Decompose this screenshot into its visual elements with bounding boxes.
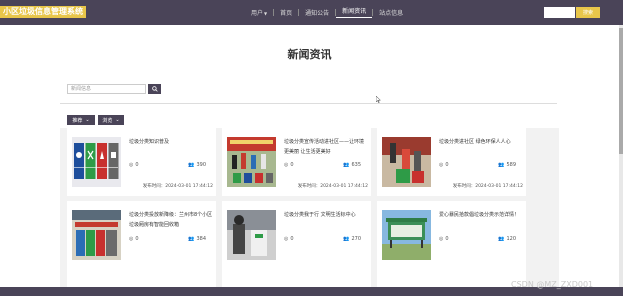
top-navbar: 小区垃圾信息管理系统 用户▼ 首页 通知公告 新闻资讯 站点信息 搜索 [0,0,623,25]
news-thumbnail[interactable] [382,210,431,260]
view-count: ◎ 0 [129,236,139,242]
filter-label: 浏览 [102,117,113,124]
chevron-down-icon: ▼ [264,11,268,16]
eye-icon: ◎ [129,162,134,168]
news-card[interactable]: 爱心暴民拾款倡垃圾分类示范详情！ ◎ 0 👥 120 [377,201,526,287]
filter-label: 推荐 [72,117,83,124]
like-count-value: 635 [351,162,361,168]
view-count-value: 0 [445,236,449,242]
news-title[interactable]: 垃圾分类投放新降级：兰州市8个小区垃圾厢房有智能回收箱 [129,210,213,230]
publish-time: 发布时间：2024-03-01 17:44:12 [452,184,523,189]
news-thumbnail[interactable] [382,137,431,187]
watermark: CSDN @MZ_ZXD001 [511,280,594,289]
view-count-value: 0 [290,162,294,168]
main-content: 新闻资讯 新闻信息 推荐 ⌄ 浏览 ⌄ 垃圾分类知识普及 ◎ 0 👥 390 发… [0,25,619,287]
news-card[interactable]: 垃圾分类投放新降级：兰州市8个小区垃圾厢房有智能回收箱 ◎ 0 👥 384 [67,201,216,287]
users-icon: 👥 [188,236,195,242]
nav-user[interactable]: 用户▼ [245,8,273,17]
users-icon: 👥 [498,236,505,242]
news-thumbnail[interactable] [227,210,276,260]
nav-news[interactable]: 新闻资讯 [336,7,373,18]
like-count: 👥 635 [343,162,361,168]
like-count-value: 589 [506,162,516,168]
chevron-down-icon: ⌄ [115,117,120,123]
news-title[interactable]: 垃圾分类进社区 绿色环保人人心 [439,137,523,147]
nav-home[interactable]: 首页 [274,8,298,17]
news-card[interactable]: 垃圾分类宣传活动进社区——让环境更美丽 让生活更美好 ◎ 0 👥 635 发布时间：… [222,128,371,196]
like-count-value: 120 [506,236,516,242]
header-search-input[interactable] [544,7,575,18]
eye-icon: ◎ [439,236,444,242]
users-icon: 👥 [343,236,350,242]
users-icon: 👥 [498,162,505,168]
news-search-input[interactable]: 新闻信息 [67,84,146,94]
view-count: ◎ 0 [284,236,294,242]
news-title[interactable]: 垃圾分类知识普及 [129,137,213,147]
search-icon [151,86,158,92]
eye-icon: ◎ [284,236,289,242]
view-count: ◎ 0 [439,162,449,168]
news-card[interactable]: 垃圾分类进社区 绿色环保人人心 ◎ 0 👥 589 发布时间：2024-03-01 … [377,128,526,196]
header-search-button[interactable]: 搜索 [576,7,600,18]
publish-time: 发布时间：2024-03-01 17:44:12 [297,184,368,189]
like-count: 👥 120 [498,236,516,242]
filter-views-button[interactable]: 浏览 ⌄ [98,115,124,125]
nav-notices[interactable]: 通知公告 [299,8,335,17]
chevron-down-icon: ⌄ [85,117,90,123]
view-count: ◎ 0 [129,162,139,168]
like-count: 👥 270 [343,236,361,242]
like-count: 👥 384 [188,236,206,242]
main-nav: 用户▼ 首页 通知公告 新闻资讯 站点信息 [245,0,409,25]
view-count-value: 0 [135,162,139,168]
eye-icon: ◎ [284,162,289,168]
filter-recommend-button[interactable]: 推荐 ⌄ [67,115,95,125]
like-count-value: 384 [196,236,206,242]
divider [60,103,557,104]
news-title[interactable]: 垃圾分类我于行 文明生活标中心 [284,210,368,220]
news-title[interactable]: 爱心暴民拾款倡垃圾分类示范详情！ [439,210,523,220]
view-count-value: 0 [290,236,294,242]
nav-station-info[interactable]: 站点信息 [373,8,409,17]
site-logo[interactable]: 小区垃圾信息管理系统 [0,6,86,18]
news-card[interactable]: 垃圾分类知识普及 ◎ 0 👥 390 发布时间：2024-03-01 17:44:1… [67,128,216,196]
news-thumbnail[interactable] [72,137,121,187]
mouse-cursor-icon [376,96,381,103]
view-count-value: 0 [445,162,449,168]
eye-icon: ◎ [129,236,134,242]
like-count: 👥 589 [498,162,516,168]
news-grid: 垃圾分类知识普及 ◎ 0 👥 390 发布时间：2024-03-01 17:44:1… [60,128,559,287]
view-count: ◎ 0 [439,236,449,242]
eye-icon: ◎ [439,162,444,168]
news-thumbnail[interactable] [227,137,276,187]
users-icon: 👥 [188,162,195,168]
news-search-button[interactable] [148,84,161,94]
users-icon: 👥 [343,162,350,168]
news-title[interactable]: 垃圾分类宣传活动进社区——让环境更美丽 让生活更美好 [284,137,368,157]
like-count-value: 270 [351,236,361,242]
like-count-value: 390 [196,162,206,168]
scrollbar-thumb[interactable] [619,28,623,154]
publish-time: 发布时间：2024-03-01 17:44:12 [142,184,213,189]
news-thumbnail[interactable] [72,210,121,260]
nav-user-label: 用户 [251,10,264,17]
page-title: 新闻资讯 [287,48,332,61]
like-count: 👥 390 [188,162,206,168]
news-card[interactable]: 垃圾分类我于行 文明生活标中心 ◎ 0 👥 270 [222,201,371,287]
view-count: ◎ 0 [284,162,294,168]
view-count-value: 0 [135,236,139,242]
